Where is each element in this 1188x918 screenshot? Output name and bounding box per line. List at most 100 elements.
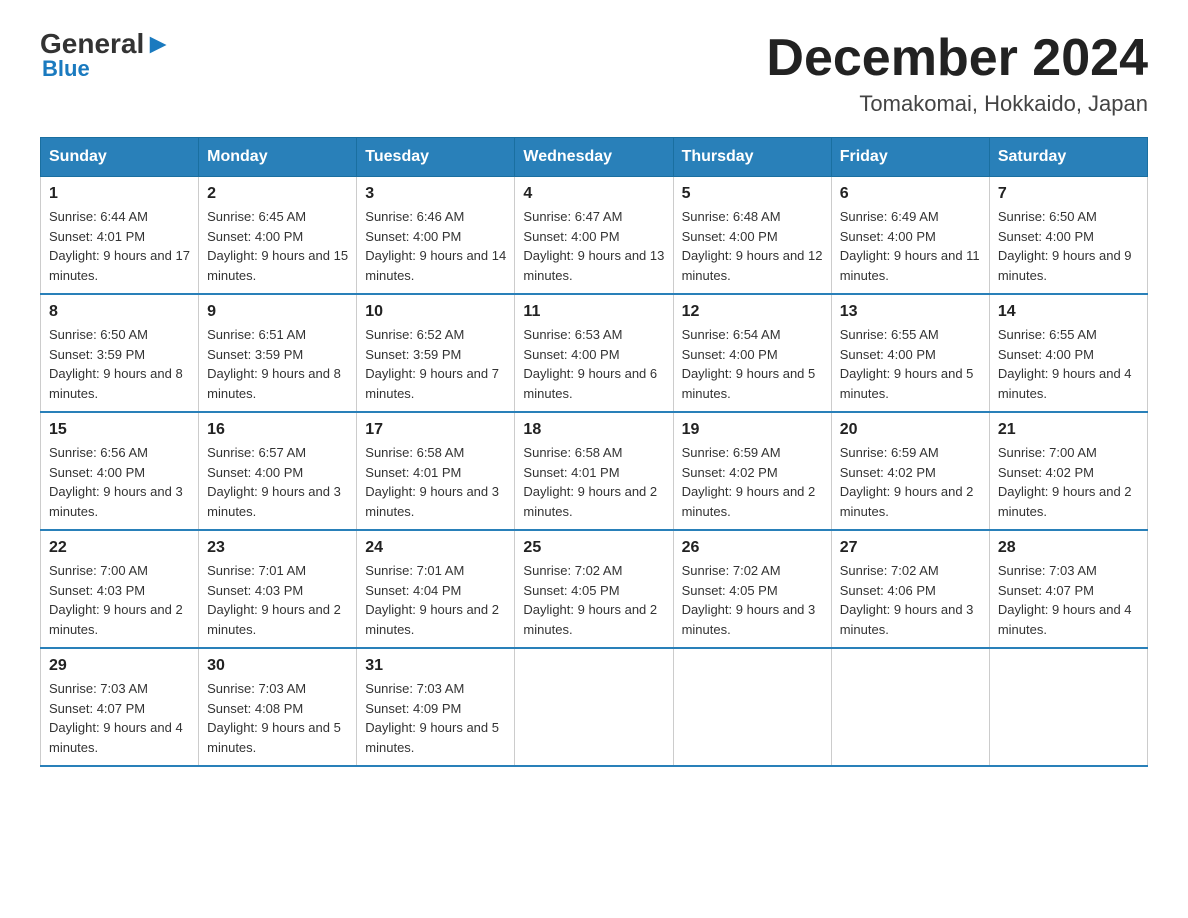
calendar-cell: 26 Sunrise: 7:02 AM Sunset: 4:05 PM Dayl… [673, 530, 831, 648]
day-info: Sunrise: 6:46 AM Sunset: 4:00 PM Dayligh… [365, 207, 506, 285]
day-info: Sunrise: 6:55 AM Sunset: 4:00 PM Dayligh… [998, 325, 1139, 403]
calendar-cell: 20 Sunrise: 6:59 AM Sunset: 4:02 PM Dayl… [831, 412, 989, 530]
day-number: 20 [840, 421, 981, 439]
day-number: 11 [523, 303, 664, 321]
month-year-title: December 2024 [766, 30, 1148, 87]
calendar-cell: 24 Sunrise: 7:01 AM Sunset: 4:04 PM Dayl… [357, 530, 515, 648]
day-number: 5 [682, 185, 823, 203]
header-sunday: Sunday [41, 138, 199, 177]
day-info: Sunrise: 6:56 AM Sunset: 4:00 PM Dayligh… [49, 443, 190, 521]
day-number: 16 [207, 421, 348, 439]
day-info: Sunrise: 7:00 AM Sunset: 4:02 PM Dayligh… [998, 443, 1139, 521]
day-info: Sunrise: 6:59 AM Sunset: 4:02 PM Dayligh… [682, 443, 823, 521]
logo-general-text: General► [40, 30, 172, 58]
day-info: Sunrise: 6:54 AM Sunset: 4:00 PM Dayligh… [682, 325, 823, 403]
calendar-cell: 8 Sunrise: 6:50 AM Sunset: 3:59 PM Dayli… [41, 294, 199, 412]
day-info: Sunrise: 6:51 AM Sunset: 3:59 PM Dayligh… [207, 325, 348, 403]
title-block: December 2024 Tomakomai, Hokkaido, Japan [766, 30, 1148, 117]
day-info: Sunrise: 6:52 AM Sunset: 3:59 PM Dayligh… [365, 325, 506, 403]
day-info: Sunrise: 7:03 AM Sunset: 4:07 PM Dayligh… [49, 679, 190, 757]
calendar-table: Sunday Monday Tuesday Wednesday Thursday… [40, 137, 1148, 767]
calendar-cell [673, 648, 831, 766]
calendar-cell [515, 648, 673, 766]
day-number: 12 [682, 303, 823, 321]
day-info: Sunrise: 7:03 AM Sunset: 4:08 PM Dayligh… [207, 679, 348, 757]
calendar-cell: 1 Sunrise: 6:44 AM Sunset: 4:01 PM Dayli… [41, 177, 199, 295]
calendar-cell: 21 Sunrise: 7:00 AM Sunset: 4:02 PM Dayl… [989, 412, 1147, 530]
day-number: 26 [682, 539, 823, 557]
calendar-cell: 22 Sunrise: 7:00 AM Sunset: 4:03 PM Dayl… [41, 530, 199, 648]
page-header: General► Blue December 2024 Tomakomai, H… [40, 30, 1148, 117]
calendar-cell: 3 Sunrise: 6:46 AM Sunset: 4:00 PM Dayli… [357, 177, 515, 295]
day-info: Sunrise: 7:01 AM Sunset: 4:03 PM Dayligh… [207, 561, 348, 639]
logo-blue-text: Blue [42, 56, 90, 82]
day-number: 13 [840, 303, 981, 321]
day-number: 28 [998, 539, 1139, 557]
day-info: Sunrise: 7:03 AM Sunset: 4:09 PM Dayligh… [365, 679, 506, 757]
header-saturday: Saturday [989, 138, 1147, 177]
day-number: 7 [998, 185, 1139, 203]
calendar-cell: 27 Sunrise: 7:02 AM Sunset: 4:06 PM Dayl… [831, 530, 989, 648]
day-number: 6 [840, 185, 981, 203]
day-number: 30 [207, 657, 348, 675]
day-info: Sunrise: 6:48 AM Sunset: 4:00 PM Dayligh… [682, 207, 823, 285]
day-info: Sunrise: 7:02 AM Sunset: 4:05 PM Dayligh… [682, 561, 823, 639]
calendar-cell: 13 Sunrise: 6:55 AM Sunset: 4:00 PM Dayl… [831, 294, 989, 412]
day-number: 10 [365, 303, 506, 321]
day-info: Sunrise: 6:59 AM Sunset: 4:02 PM Dayligh… [840, 443, 981, 521]
calendar-cell: 19 Sunrise: 6:59 AM Sunset: 4:02 PM Dayl… [673, 412, 831, 530]
day-info: Sunrise: 6:44 AM Sunset: 4:01 PM Dayligh… [49, 207, 190, 285]
day-number: 9 [207, 303, 348, 321]
day-number: 8 [49, 303, 190, 321]
header-tuesday: Tuesday [357, 138, 515, 177]
calendar-cell: 12 Sunrise: 6:54 AM Sunset: 4:00 PM Dayl… [673, 294, 831, 412]
day-number: 19 [682, 421, 823, 439]
day-number: 31 [365, 657, 506, 675]
day-number: 4 [523, 185, 664, 203]
calendar-cell: 28 Sunrise: 7:03 AM Sunset: 4:07 PM Dayl… [989, 530, 1147, 648]
day-info: Sunrise: 7:03 AM Sunset: 4:07 PM Dayligh… [998, 561, 1139, 639]
day-number: 24 [365, 539, 506, 557]
calendar-header-row: Sunday Monday Tuesday Wednesday Thursday… [41, 138, 1148, 177]
calendar-cell: 9 Sunrise: 6:51 AM Sunset: 3:59 PM Dayli… [199, 294, 357, 412]
header-wednesday: Wednesday [515, 138, 673, 177]
calendar-week-row-5: 29 Sunrise: 7:03 AM Sunset: 4:07 PM Dayl… [41, 648, 1148, 766]
calendar-cell: 30 Sunrise: 7:03 AM Sunset: 4:08 PM Dayl… [199, 648, 357, 766]
day-info: Sunrise: 6:55 AM Sunset: 4:00 PM Dayligh… [840, 325, 981, 403]
day-info: Sunrise: 6:50 AM Sunset: 3:59 PM Dayligh… [49, 325, 190, 403]
calendar-week-row-2: 8 Sunrise: 6:50 AM Sunset: 3:59 PM Dayli… [41, 294, 1148, 412]
calendar-cell: 15 Sunrise: 6:56 AM Sunset: 4:00 PM Dayl… [41, 412, 199, 530]
header-monday: Monday [199, 138, 357, 177]
calendar-cell: 18 Sunrise: 6:58 AM Sunset: 4:01 PM Dayl… [515, 412, 673, 530]
calendar-week-row-1: 1 Sunrise: 6:44 AM Sunset: 4:01 PM Dayli… [41, 177, 1148, 295]
day-number: 15 [49, 421, 190, 439]
logo-triangle-icon: ► [144, 28, 172, 59]
calendar-cell [831, 648, 989, 766]
calendar-cell: 4 Sunrise: 6:47 AM Sunset: 4:00 PM Dayli… [515, 177, 673, 295]
logo: General► Blue [40, 30, 172, 82]
day-info: Sunrise: 7:02 AM Sunset: 4:05 PM Dayligh… [523, 561, 664, 639]
day-number: 21 [998, 421, 1139, 439]
day-info: Sunrise: 6:57 AM Sunset: 4:00 PM Dayligh… [207, 443, 348, 521]
day-info: Sunrise: 7:02 AM Sunset: 4:06 PM Dayligh… [840, 561, 981, 639]
calendar-week-row-3: 15 Sunrise: 6:56 AM Sunset: 4:00 PM Dayl… [41, 412, 1148, 530]
day-number: 1 [49, 185, 190, 203]
calendar-cell: 17 Sunrise: 6:58 AM Sunset: 4:01 PM Dayl… [357, 412, 515, 530]
calendar-cell: 6 Sunrise: 6:49 AM Sunset: 4:00 PM Dayli… [831, 177, 989, 295]
calendar-cell: 5 Sunrise: 6:48 AM Sunset: 4:00 PM Dayli… [673, 177, 831, 295]
day-number: 25 [523, 539, 664, 557]
calendar-cell: 31 Sunrise: 7:03 AM Sunset: 4:09 PM Dayl… [357, 648, 515, 766]
day-number: 23 [207, 539, 348, 557]
day-number: 3 [365, 185, 506, 203]
day-number: 27 [840, 539, 981, 557]
day-info: Sunrise: 6:50 AM Sunset: 4:00 PM Dayligh… [998, 207, 1139, 285]
day-number: 14 [998, 303, 1139, 321]
day-number: 18 [523, 421, 664, 439]
day-info: Sunrise: 7:00 AM Sunset: 4:03 PM Dayligh… [49, 561, 190, 639]
header-friday: Friday [831, 138, 989, 177]
day-info: Sunrise: 6:58 AM Sunset: 4:01 PM Dayligh… [523, 443, 664, 521]
calendar-cell: 2 Sunrise: 6:45 AM Sunset: 4:00 PM Dayli… [199, 177, 357, 295]
day-info: Sunrise: 6:49 AM Sunset: 4:00 PM Dayligh… [840, 207, 981, 285]
calendar-cell: 11 Sunrise: 6:53 AM Sunset: 4:00 PM Dayl… [515, 294, 673, 412]
calendar-cell: 29 Sunrise: 7:03 AM Sunset: 4:07 PM Dayl… [41, 648, 199, 766]
